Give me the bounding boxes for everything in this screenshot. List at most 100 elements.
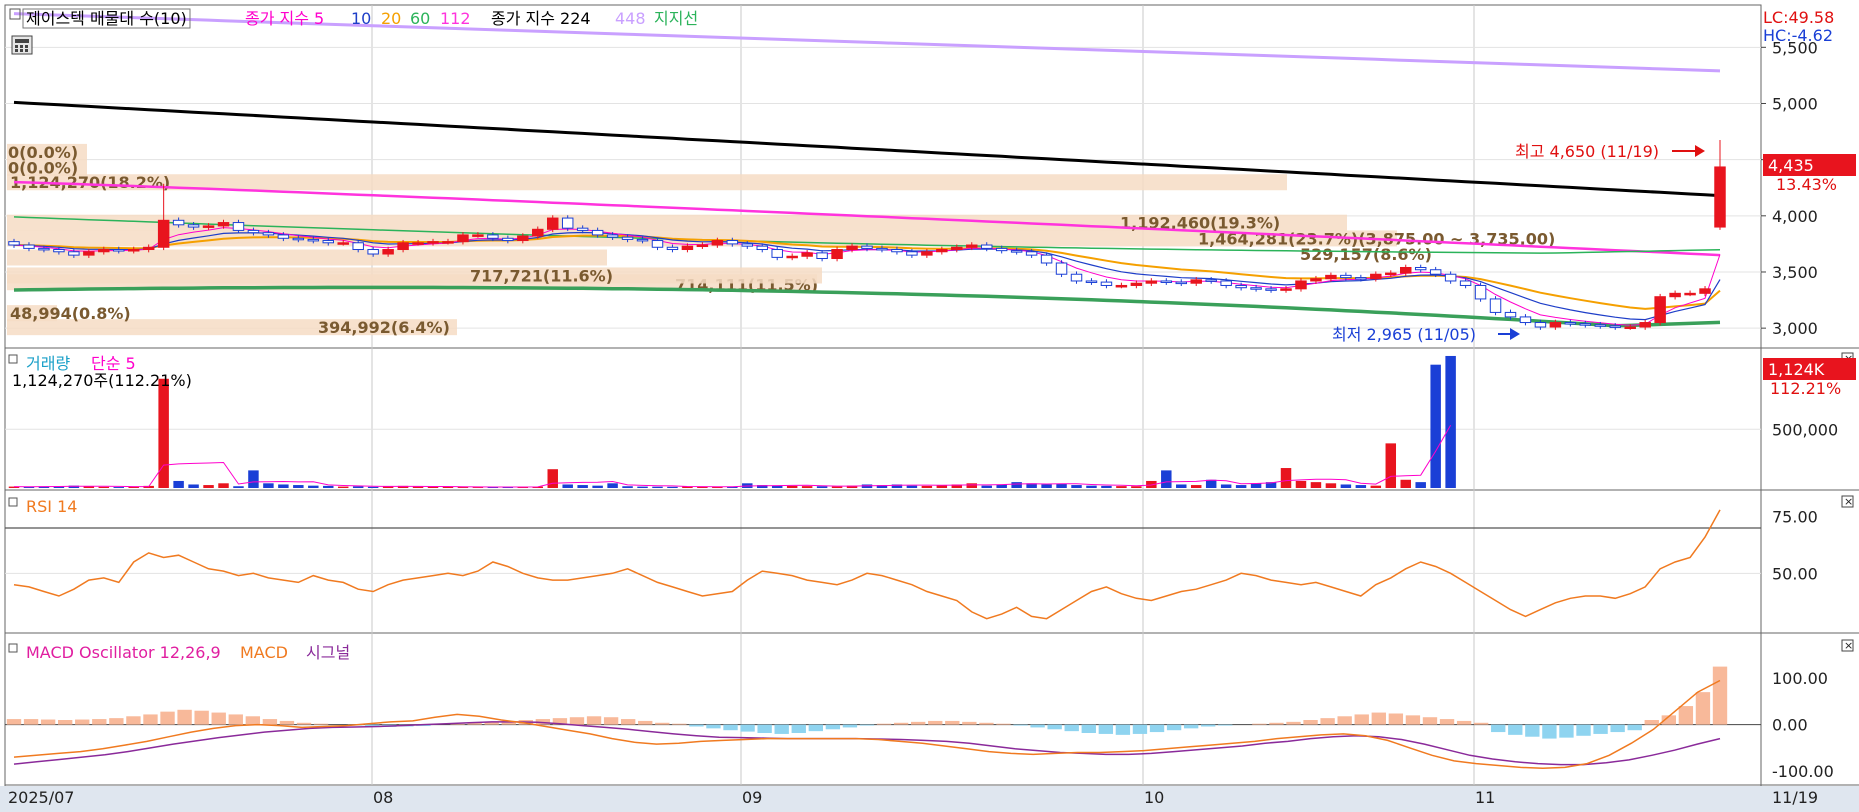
- macd-osc-bar-61: [1047, 724, 1062, 730]
- volume-profile-label-0: 394,992(6.4%): [318, 318, 450, 337]
- candle-body-1: [23, 244, 35, 249]
- macd-osc-bar-5: [92, 719, 107, 725]
- close-macd-panel-icon[interactable]: ×: [1841, 639, 1854, 652]
- macd-legend-item-1: MACD: [240, 643, 288, 662]
- macd-osc-bar-43: [740, 724, 755, 732]
- price-tick-label-4: 3,500: [1772, 263, 1818, 282]
- macd-osc-bar-78: [1337, 716, 1352, 725]
- svg-text:1,124K: 1,124K: [1768, 360, 1825, 379]
- svg-text:11: 11: [1475, 788, 1495, 807]
- macd-osc-bar-62: [1064, 724, 1079, 732]
- macd-osc-bar-57: [979, 722, 994, 725]
- candle-body-77: [1160, 280, 1173, 283]
- volume-bar-90: [1355, 485, 1367, 488]
- candle-body-9: [142, 246, 155, 251]
- volume-bar-80: [1205, 479, 1217, 488]
- volume-bar-40: [607, 483, 618, 488]
- candle-body-59: [891, 249, 903, 253]
- volume-bar-96: [1445, 355, 1456, 488]
- candle-body-92: [1385, 272, 1397, 276]
- macd-osc-bar-12: [211, 712, 226, 725]
- macd-osc-bar-82: [1405, 715, 1421, 725]
- macd-osc-bar-58: [996, 723, 1011, 725]
- macd-osc-bar-15: [262, 719, 278, 725]
- macd-osc-bar-94: [1610, 724, 1625, 733]
- candle-body-68: [1025, 251, 1038, 256]
- macd-osc-bar-93: [1593, 724, 1608, 734]
- macd-osc-bar-52: [893, 722, 909, 725]
- volume-bar-60: [906, 485, 918, 488]
- candle-body-113: [1699, 288, 1711, 294]
- macd-osc-bar-35: [603, 717, 619, 725]
- macd-osc-bar-89: [1525, 724, 1540, 737]
- macd-osc-bar-63: [1081, 724, 1096, 733]
- volume-bar-89: [1340, 484, 1352, 488]
- svg-text:4,435: 4,435: [1768, 156, 1814, 175]
- calculator-icon[interactable]: [11, 35, 33, 55]
- candle-body-58: [876, 247, 888, 251]
- svg-text:11/19: 11/19: [1772, 788, 1818, 807]
- candle-body-40: [606, 234, 619, 238]
- candle-body-97: [1459, 280, 1472, 286]
- candle-body-5: [83, 251, 95, 256]
- candle-body-39: [591, 229, 604, 236]
- candle-body-46: [696, 244, 709, 248]
- candle-body-2: [38, 247, 50, 251]
- macd-osc-bar-6: [109, 718, 124, 725]
- macd-osc-bar-46: [791, 724, 806, 733]
- volume-profile-band-3: [7, 267, 822, 284]
- candle-body-99: [1489, 298, 1502, 313]
- macd-osc-bar-55: [945, 720, 960, 725]
- macd-osc-bar-85: [1456, 720, 1472, 725]
- candle-body-57: [861, 245, 873, 249]
- volume-bar-14: [218, 483, 229, 488]
- volume-bar-72: [1086, 485, 1097, 488]
- svg-text:2025/07: 2025/07: [8, 788, 74, 807]
- price-legend-item-5: 112: [440, 9, 471, 28]
- lc-value: LC:49.58: [1763, 8, 1834, 27]
- candle-body-75: [1130, 282, 1143, 286]
- volume-bar-13: [203, 485, 214, 488]
- candle-body-41: [621, 236, 634, 240]
- candle-body-101: [1519, 316, 1532, 324]
- volume-bar-15: [233, 486, 244, 488]
- candle-body-66: [995, 247, 1008, 252]
- candle-body-3: [53, 249, 65, 253]
- macd-osc-bar-14: [245, 716, 261, 725]
- candle-body-47: [711, 240, 724, 246]
- macd-osc-bar-74: [1269, 722, 1284, 725]
- svg-text:08: 08: [373, 788, 393, 807]
- candle-body-81: [1220, 280, 1232, 286]
- volume-bar-41: [622, 486, 633, 488]
- candle-body-21: [322, 240, 335, 244]
- volume-bar-19: [293, 485, 304, 488]
- macd-osc-bar-37: [638, 720, 653, 725]
- candle-body-56: [846, 245, 858, 251]
- macd-osc-bar-95: [1627, 724, 1642, 731]
- candle-body-55: [831, 249, 843, 260]
- macd-osc-bar-64: [1098, 724, 1114, 734]
- candle-body-106: [1594, 324, 1607, 327]
- close-rsi-panel-icon[interactable]: ×: [1841, 495, 1854, 508]
- volume-bar-16: [248, 470, 259, 488]
- macd-osc-bar-84: [1439, 719, 1455, 725]
- macd-osc-bar-87: [1491, 724, 1506, 733]
- candle-body-76: [1145, 280, 1158, 284]
- volume-profile-label-9: 0(0.0%): [8, 143, 78, 162]
- macd-osc-bar-36: [620, 719, 636, 725]
- volume-bar-6: [98, 486, 110, 488]
- candle-body-28: [427, 241, 439, 244]
- candle-body-110: [1654, 296, 1666, 324]
- volume-bar-12: [188, 484, 199, 488]
- price-current-badge: 4,435 13.43%: [1763, 154, 1856, 194]
- macd-osc-bar-9: [160, 711, 175, 725]
- candle-body-15: [232, 222, 245, 231]
- candle-body-29: [442, 241, 454, 244]
- macd-osc-bar-90: [1542, 724, 1557, 739]
- candle-body-61: [921, 251, 933, 256]
- candle-body-87: [1310, 278, 1322, 282]
- candle-body-84: [1265, 288, 1277, 291]
- svg-text:×: ×: [1844, 639, 1853, 652]
- candle-body-104: [1564, 322, 1577, 325]
- price-tick-label-1: 5,000: [1772, 94, 1818, 113]
